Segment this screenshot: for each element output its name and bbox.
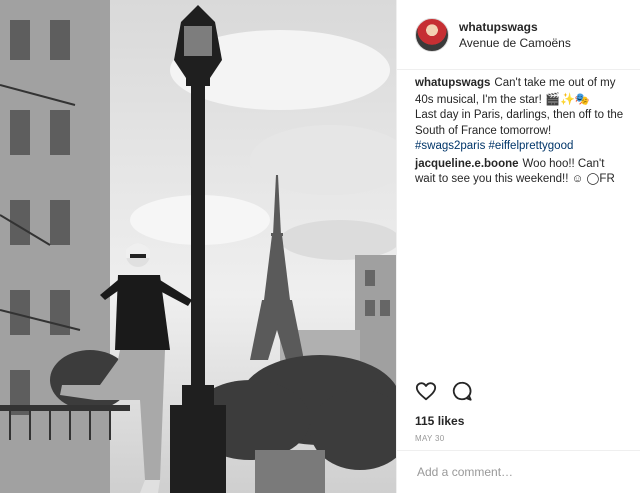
comment-suffix: ☺ ◯FR bbox=[571, 173, 615, 185]
add-comment-input[interactable] bbox=[415, 464, 622, 480]
speech-bubble-icon bbox=[452, 381, 472, 401]
caption: whatupswags Can't take me out of my 40s m… bbox=[415, 76, 626, 155]
post-sidebar: whatupswags Avenue de Camoëns whatupswag… bbox=[396, 0, 640, 493]
post-photo[interactable] bbox=[0, 0, 396, 493]
hashtag-swags2paris[interactable]: #swags2paris bbox=[415, 140, 485, 152]
comment-item: jacqueline.e.boone Woo hoo!! Can't wait t… bbox=[415, 157, 626, 188]
hashtag-eiffelprettygood[interactable]: #eiffelprettygood bbox=[489, 140, 574, 152]
photo-paris-eiffel-tower bbox=[0, 0, 396, 493]
heart-icon bbox=[415, 382, 437, 401]
add-comment-bar bbox=[397, 450, 640, 493]
header-location[interactable]: Avenue de Camoëns bbox=[459, 35, 571, 51]
avatar[interactable] bbox=[415, 17, 449, 52]
comments-section: whatupswags Can't take me out of my 40s m… bbox=[397, 70, 640, 320]
post-header: whatupswags Avenue de Camoëns bbox=[397, 0, 640, 70]
caption-line2: Last day in Paris, darlings, then off to… bbox=[415, 109, 624, 137]
caption-emojis: 🎬✨🎭 bbox=[545, 91, 590, 106]
like-button[interactable] bbox=[415, 380, 437, 402]
comment-button[interactable] bbox=[451, 380, 473, 402]
comment-username[interactable]: jacqueline.e.boone bbox=[415, 158, 519, 170]
likes-count[interactable]: 115 likes bbox=[415, 414, 464, 428]
post-card: whatupswags Avenue de Camoëns whatupswag… bbox=[0, 0, 640, 493]
header-username[interactable]: whatupswags bbox=[459, 19, 571, 35]
action-bar bbox=[415, 380, 473, 402]
caption-username[interactable]: whatupswags bbox=[415, 77, 490, 89]
post-date[interactable]: MAY 30 bbox=[415, 434, 445, 443]
